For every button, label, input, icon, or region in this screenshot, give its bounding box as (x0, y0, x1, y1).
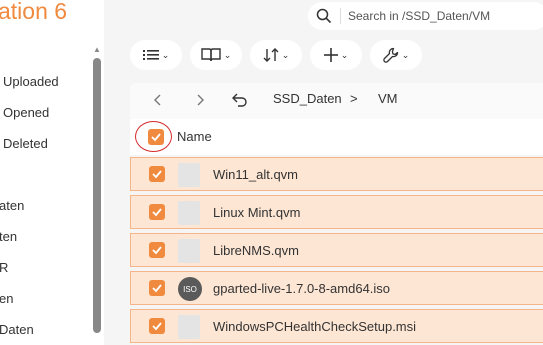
sidebar-item-r[interactable]: R (0, 260, 8, 275)
iso-icon: ISO (178, 277, 202, 301)
table-header: Name (130, 119, 543, 155)
sidebar: ation 6 Uploaded Opened Deleted aten ten… (0, 0, 104, 345)
parent-folder-button[interactable] (231, 91, 249, 109)
wrench-icon (383, 47, 398, 63)
breadcrumb: SSD_Daten > VM (130, 83, 543, 119)
row-checkbox[interactable] (149, 242, 165, 258)
checkmark-icon (152, 170, 162, 179)
breadcrumb-current[interactable]: VM (378, 91, 398, 106)
file-name[interactable]: WindowsPCHealthCheckSetup.msi (213, 319, 416, 334)
main-panel: ⌄ ⌄ ⌄ ⌄ ⌄ (104, 0, 543, 345)
list-view-icon (142, 50, 159, 60)
back-button[interactable] (149, 91, 167, 109)
file-icon (178, 163, 200, 187)
sort-button[interactable]: ⌄ (250, 40, 302, 70)
file-name[interactable]: gparted-live-1.7.0-8-amd64.iso (213, 281, 390, 296)
scrollbar-thumb[interactable] (93, 58, 101, 333)
search-input[interactable] (348, 6, 538, 26)
sidebar-item-daten[interactable]: Daten (0, 322, 34, 337)
chevron-right-icon (197, 94, 204, 106)
file-name[interactable]: Linux Mint.qvm (213, 205, 300, 220)
chevron-down-icon: ⌄ (223, 49, 232, 60)
view-mode-button[interactable]: ⌄ (130, 40, 182, 70)
file-icon (178, 201, 200, 225)
table-row[interactable]: Linux Mint.qvm (130, 195, 543, 229)
table-row[interactable]: WindowsPCHealthCheckSetup.msi (130, 309, 543, 343)
checkmark-icon (152, 246, 162, 255)
search-icon[interactable] (316, 8, 332, 24)
sidebar-scrollbar[interactable]: ▲ (92, 46, 102, 345)
sidebar-item-ten[interactable]: ten (0, 229, 17, 244)
chevron-down-icon: ⌄ (161, 49, 170, 60)
tools-button[interactable]: ⌄ (370, 40, 422, 70)
book-icon (201, 48, 221, 62)
search-divider (340, 8, 341, 24)
chevron-down-icon: ⌄ (401, 49, 410, 60)
row-checkbox[interactable] (149, 204, 165, 220)
sidebar-item-en[interactable]: en (0, 291, 13, 306)
create-button[interactable]: ⌄ (310, 40, 362, 70)
breadcrumb-folder[interactable]: SSD_Daten (273, 91, 342, 106)
file-icon (178, 315, 200, 339)
file-icon (178, 239, 200, 263)
chevron-down-icon: ⌄ (281, 49, 290, 60)
row-checkbox[interactable] (149, 280, 165, 296)
row-checkbox[interactable] (149, 166, 165, 182)
checkmark-icon (152, 284, 162, 293)
app-title: ation 6 (0, 0, 68, 24)
search-box[interactable] (308, 2, 543, 30)
return-arrow-icon (232, 93, 247, 107)
file-name[interactable]: Win11_alt.qvm (213, 167, 298, 182)
bookmarks-button[interactable]: ⌄ (190, 40, 242, 70)
annotation-circle (135, 121, 172, 152)
plus-icon (323, 48, 338, 62)
column-header-name[interactable]: Name (177, 129, 212, 144)
sidebar-item-aten[interactable]: aten (0, 198, 24, 213)
row-checkbox[interactable] (149, 318, 165, 334)
chevron-left-icon (154, 94, 161, 106)
table-row[interactable]: ISO gparted-live-1.7.0-8-amd64.iso (130, 271, 543, 305)
chevron-down-icon: ⌄ (340, 49, 349, 60)
table-row[interactable]: Win11_alt.qvm (130, 157, 543, 191)
sort-icon (263, 48, 279, 62)
sidebar-item-opened[interactable]: Opened (3, 105, 49, 120)
sidebar-item-uploaded[interactable]: Uploaded (3, 74, 59, 89)
table-row[interactable]: LibreNMS.qvm (130, 233, 543, 267)
checkmark-icon (152, 322, 162, 331)
breadcrumb-separator: > (350, 91, 358, 106)
file-name[interactable]: LibreNMS.qvm (213, 243, 299, 258)
checkmark-icon (152, 208, 162, 217)
sidebar-item-deleted[interactable]: Deleted (3, 136, 48, 151)
scroll-up-arrow-icon[interactable]: ▲ (92, 46, 102, 54)
forward-button[interactable] (191, 91, 209, 109)
